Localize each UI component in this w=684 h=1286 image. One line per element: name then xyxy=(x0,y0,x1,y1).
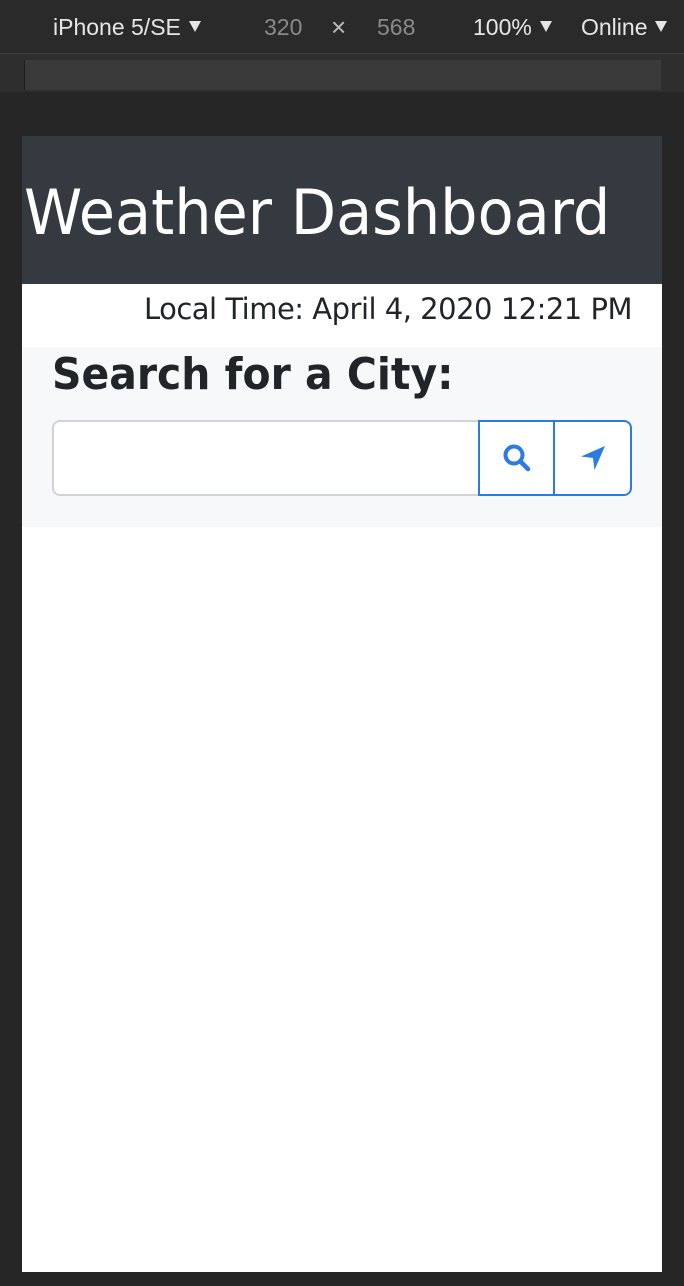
search-icon xyxy=(502,443,532,473)
devtools-toolbar: iPhone 5/SE 320 × 568 100% Online xyxy=(0,0,684,54)
current-location-button[interactable] xyxy=(555,420,632,496)
device-label: iPhone 5/SE xyxy=(53,14,181,40)
height-input[interactable]: 568 xyxy=(377,0,415,54)
network-caret-icon xyxy=(655,21,668,33)
zoom-caret-icon xyxy=(539,21,552,33)
search-section: Search for a City: xyxy=(22,347,662,527)
location-arrow-icon xyxy=(579,444,607,472)
search-input-group xyxy=(52,420,632,496)
city-search-input[interactable] xyxy=(52,420,478,496)
network-select[interactable]: Online xyxy=(581,0,668,54)
media-query-bar xyxy=(0,54,684,92)
width-input[interactable]: 320 xyxy=(264,0,302,54)
search-heading: Search for a City: xyxy=(52,349,454,400)
header-bar: Weather Dashboard xyxy=(22,136,662,284)
search-button[interactable] xyxy=(478,420,555,496)
device-caret-icon xyxy=(188,21,201,33)
dimension-separator: × xyxy=(331,12,347,42)
media-query-ruler xyxy=(24,60,661,90)
network-label: Online xyxy=(581,14,648,40)
page-title: Weather Dashboard xyxy=(24,176,611,249)
zoom-label: 100% xyxy=(473,14,532,40)
device-select[interactable]: iPhone 5/SE xyxy=(53,0,201,54)
zoom-select[interactable]: 100% xyxy=(473,0,552,54)
local-time: Local Time: April 4, 2020 12:21 PM xyxy=(143,292,633,326)
device-viewport: Weather Dashboard Local Time: April 4, 2… xyxy=(22,136,662,1272)
